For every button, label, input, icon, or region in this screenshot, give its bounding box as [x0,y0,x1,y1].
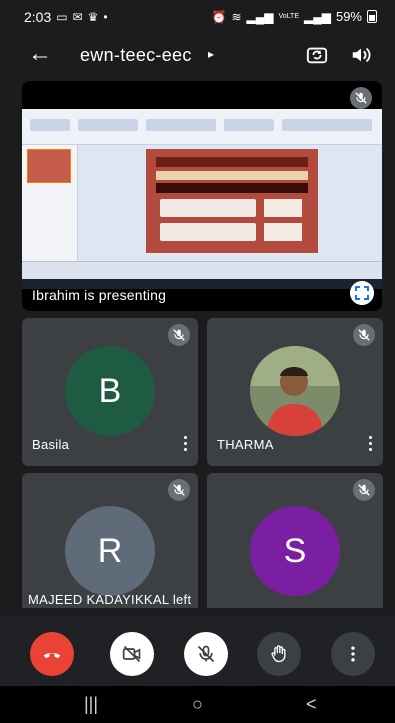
status-bar: 2:03 ▭ ✉ ♛ • ⏰ ≋ ▂▄▆ VoLTE ▂▄▆ 59% [0,0,395,36]
switch-camera-icon[interactable] [306,44,328,66]
raise-hand-button[interactable] [257,632,301,676]
mic-off-icon [168,479,190,501]
more-options-button[interactable] [331,632,375,676]
meeting-title[interactable]: ewn-teec-eec [80,45,192,66]
mic-toggle-button[interactable] [184,632,228,676]
mic-off-icon [353,479,375,501]
status-left: 2:03 ▭ ✉ ♛ • [24,9,108,25]
battery-percent: 59% [335,9,362,24]
participant-tile[interactable]: B Basila [22,318,198,466]
participant-tile[interactable]: THARMA [207,318,383,466]
ppt-slide-panel [22,145,78,261]
alarm-icon: ⏰ [211,9,227,24]
home-button[interactable]: ○ [192,694,203,715]
ppt-slide-thumbnail [27,149,71,183]
wifi-icon: ≋ [231,9,242,24]
signal-icon-2: ▂▄▆ [304,9,331,24]
crown-icon: ♛ [87,10,99,24]
volte-label: VoLTE [278,12,300,20]
participant-name: THARMA [217,437,274,452]
mic-off-icon [350,87,372,109]
participant-left-notice: MAJEED KADAYIKKAL left [28,592,192,607]
participant-tile[interactable]: R [22,473,198,608]
signal-icon: ▂▄▆ [246,9,274,24]
more-vertical-icon[interactable] [182,436,188,452]
mic-off-icon [353,324,375,346]
caret-right-icon[interactable]: ▸ [208,47,214,61]
shared-screen [22,109,382,279]
camera-off-icon [122,645,141,663]
arrow-left-icon[interactable]: ← [28,40,52,68]
slide-poster [146,149,318,253]
more-vertical-icon [351,646,355,662]
mic-off-icon [168,324,190,346]
phone-hangup-icon [43,653,61,659]
presenter-label: Ibrahim is presenting [32,287,167,303]
battery-icon [367,10,377,23]
participant-name: Basila [32,437,70,452]
avatar: S [250,506,340,596]
speaker-icon[interactable] [350,44,372,66]
dot-icon: • [103,10,108,24]
nav-back-button[interactable]: < [306,694,317,715]
more-vertical-icon[interactable] [367,436,373,452]
call-controls [0,616,395,686]
participant-tile[interactable]: S [207,473,383,608]
mic-off-icon [197,645,215,663]
ppt-ribbon [22,109,382,145]
avatar: R [65,506,155,596]
avatar-photo [250,346,340,436]
screen-cast-icon: ▭ [56,10,68,24]
recents-button[interactable]: ||| [84,694,98,715]
gmail-icon: ✉ [72,10,83,24]
hand-icon [271,645,286,663]
fullscreen-icon[interactable] [350,281,374,305]
avatar: B [65,346,155,436]
app-bar: ← ewn-teec-eec ▸ [0,36,395,76]
system-nav-bar: ||| ○ < [0,686,395,723]
status-time: 2:03 [24,9,52,25]
presentation-tile[interactable]: Ibrahim is presenting [22,81,382,311]
status-right: ⏰ ≋ ▂▄▆ VoLTE ▂▄▆ 59% [212,9,377,24]
end-call-button[interactable] [30,632,74,676]
ppt-status-bar [22,261,382,279]
camera-toggle-button[interactable] [110,632,154,676]
meeting-grid: Ibrahim is presenting B Basila THARMA R … [0,76,395,616]
